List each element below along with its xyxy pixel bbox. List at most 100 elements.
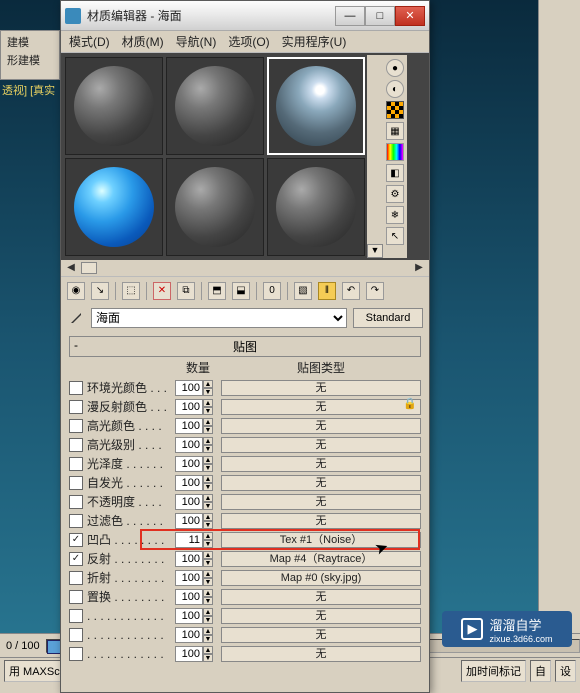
spinner-down-icon[interactable]: ▼ xyxy=(203,635,213,643)
spinner-up-icon[interactable]: ▲ xyxy=(203,608,213,616)
map-amount-input[interactable] xyxy=(175,608,203,624)
put-to-scene-icon[interactable]: ↘ xyxy=(91,282,109,300)
reset-map-icon[interactable]: ✕ xyxy=(153,282,171,300)
map-slot-button[interactable]: 无 xyxy=(221,399,421,415)
map-enable-checkbox[interactable] xyxy=(69,533,83,547)
spinner-down-icon[interactable]: ▼ xyxy=(203,540,213,548)
spinner-up-icon[interactable]: ▲ xyxy=(203,475,213,483)
sample-hscroll[interactable]: ◀ ▶ xyxy=(61,260,429,276)
map-amount-spinner[interactable]: ▲▼ xyxy=(175,399,217,415)
map-amount-input[interactable] xyxy=(175,589,203,605)
get-material-icon[interactable]: ◉ xyxy=(67,282,85,300)
map-amount-input[interactable] xyxy=(175,627,203,643)
set-key-button[interactable]: 设 xyxy=(555,660,576,682)
map-enable-checkbox[interactable] xyxy=(69,552,83,566)
map-enable-checkbox[interactable] xyxy=(69,590,83,604)
map-amount-spinner[interactable]: ▲▼ xyxy=(175,608,217,624)
spinner-up-icon[interactable]: ▲ xyxy=(203,513,213,521)
map-slot-button[interactable]: 无 xyxy=(221,608,421,624)
material-map-navigator-icon[interactable]: ↖ xyxy=(386,227,404,245)
map-slot-button[interactable]: Map #0 (sky.jpg) xyxy=(221,570,421,586)
sample-slot-3[interactable] xyxy=(267,57,365,155)
spinner-up-icon[interactable]: ▲ xyxy=(203,589,213,597)
spinner-down-icon[interactable]: ▼ xyxy=(203,464,213,472)
sample-type-icon[interactable]: ● xyxy=(386,59,404,77)
go-to-parent-icon[interactable]: ↶ xyxy=(342,282,360,300)
spinner-down-icon[interactable]: ▼ xyxy=(203,654,213,662)
map-amount-input[interactable] xyxy=(175,475,203,491)
spinner-down-icon[interactable]: ▼ xyxy=(203,407,213,415)
make-preview-icon[interactable]: ◧ xyxy=(386,164,404,182)
material-name-select[interactable]: 海面 xyxy=(91,308,347,328)
spinner-up-icon[interactable]: ▲ xyxy=(203,456,213,464)
map-slot-button[interactable]: Tex #1（Noise） xyxy=(221,532,421,548)
menu-options[interactable]: 选项(O) xyxy=(228,33,269,50)
show-map-icon[interactable]: ▧ xyxy=(294,282,312,300)
map-enable-checkbox[interactable] xyxy=(69,381,83,395)
sample-uv-icon[interactable]: ▦ xyxy=(386,122,404,140)
sample-slot-4[interactable] xyxy=(65,158,163,256)
map-amount-input[interactable] xyxy=(175,513,203,529)
map-amount-spinner[interactable]: ▲▼ xyxy=(175,646,217,662)
map-enable-checkbox[interactable] xyxy=(69,571,83,585)
map-slot-button[interactable]: 无 xyxy=(221,456,421,472)
background-icon[interactable] xyxy=(386,101,404,119)
menu-material[interactable]: 材质(M) xyxy=(122,33,164,50)
map-slot-button[interactable]: 无 xyxy=(221,418,421,434)
map-enable-checkbox[interactable] xyxy=(69,476,83,490)
maps-rollout-header[interactable]: - 贴图 xyxy=(69,336,421,357)
options-icon[interactable]: ⚙ xyxy=(386,185,404,203)
map-amount-spinner[interactable]: ▲▼ xyxy=(175,418,217,434)
panel-label[interactable]: 建模 xyxy=(3,33,57,51)
spinner-down-icon[interactable]: ▼ xyxy=(203,388,213,396)
map-slot-button[interactable]: 无 xyxy=(221,589,421,605)
spinner-down-icon[interactable]: ▼ xyxy=(203,502,213,510)
select-by-material-icon[interactable]: ❄ xyxy=(386,206,404,224)
map-amount-spinner[interactable]: ▲▼ xyxy=(175,570,217,586)
map-enable-checkbox[interactable] xyxy=(69,647,83,661)
map-amount-input[interactable] xyxy=(175,418,203,434)
sample-slot-6[interactable] xyxy=(267,158,365,256)
map-enable-checkbox[interactable] xyxy=(69,628,83,642)
map-amount-input[interactable] xyxy=(175,456,203,472)
spinner-up-icon[interactable]: ▲ xyxy=(203,570,213,578)
spinner-up-icon[interactable]: ▲ xyxy=(203,399,213,407)
map-slot-button[interactable]: 无 xyxy=(221,475,421,491)
map-slot-button[interactable]: 无 xyxy=(221,646,421,662)
spinner-up-icon[interactable]: ▲ xyxy=(203,418,213,426)
material-id-icon[interactable]: 0 xyxy=(263,282,281,300)
map-amount-spinner[interactable]: ▲▼ xyxy=(175,551,217,567)
map-slot-button[interactable]: 无 xyxy=(221,627,421,643)
vscroll-down[interactable]: ▼ xyxy=(367,244,383,258)
sample-slot-1[interactable] xyxy=(65,57,163,155)
make-copy-icon[interactable]: ⧉ xyxy=(177,282,195,300)
rollout-collapse-icon[interactable]: - xyxy=(74,338,78,352)
assign-to-selection-icon[interactable]: ⬚ xyxy=(122,282,140,300)
backlight-icon[interactable]: ◐ xyxy=(386,80,404,98)
pick-material-icon[interactable] xyxy=(67,309,85,327)
add-time-tag-button[interactable]: 加时间标记 xyxy=(461,660,526,682)
spinner-up-icon[interactable]: ▲ xyxy=(203,494,213,502)
go-forward-icon[interactable]: ↷ xyxy=(366,282,384,300)
map-slot-button[interactable]: 无 xyxy=(221,513,421,529)
map-amount-spinner[interactable]: ▲▼ xyxy=(175,532,217,548)
map-amount-input[interactable] xyxy=(175,570,203,586)
map-amount-input[interactable] xyxy=(175,494,203,510)
make-unique-icon[interactable]: ⬒ xyxy=(208,282,226,300)
map-amount-spinner[interactable]: ▲▼ xyxy=(175,437,217,453)
map-enable-checkbox[interactable] xyxy=(69,400,83,414)
map-amount-spinner[interactable]: ▲▼ xyxy=(175,380,217,396)
menu-utility[interactable]: 实用程序(U) xyxy=(282,33,347,50)
lock-icon[interactable]: 🔒 xyxy=(403,397,415,409)
map-enable-checkbox[interactable] xyxy=(69,457,83,471)
map-amount-input[interactable] xyxy=(175,532,203,548)
hscroll-left-icon[interactable]: ◀ xyxy=(65,262,77,274)
material-type-button[interactable]: Standard xyxy=(353,308,423,328)
spinner-up-icon[interactable]: ▲ xyxy=(203,627,213,635)
map-enable-checkbox[interactable] xyxy=(69,438,83,452)
spinner-up-icon[interactable]: ▲ xyxy=(203,437,213,445)
map-amount-spinner[interactable]: ▲▼ xyxy=(175,513,217,529)
spinner-up-icon[interactable]: ▲ xyxy=(203,380,213,388)
map-slot-button[interactable]: Map #4（Raytrace） xyxy=(221,551,421,567)
map-amount-spinner[interactable]: ▲▼ xyxy=(175,494,217,510)
